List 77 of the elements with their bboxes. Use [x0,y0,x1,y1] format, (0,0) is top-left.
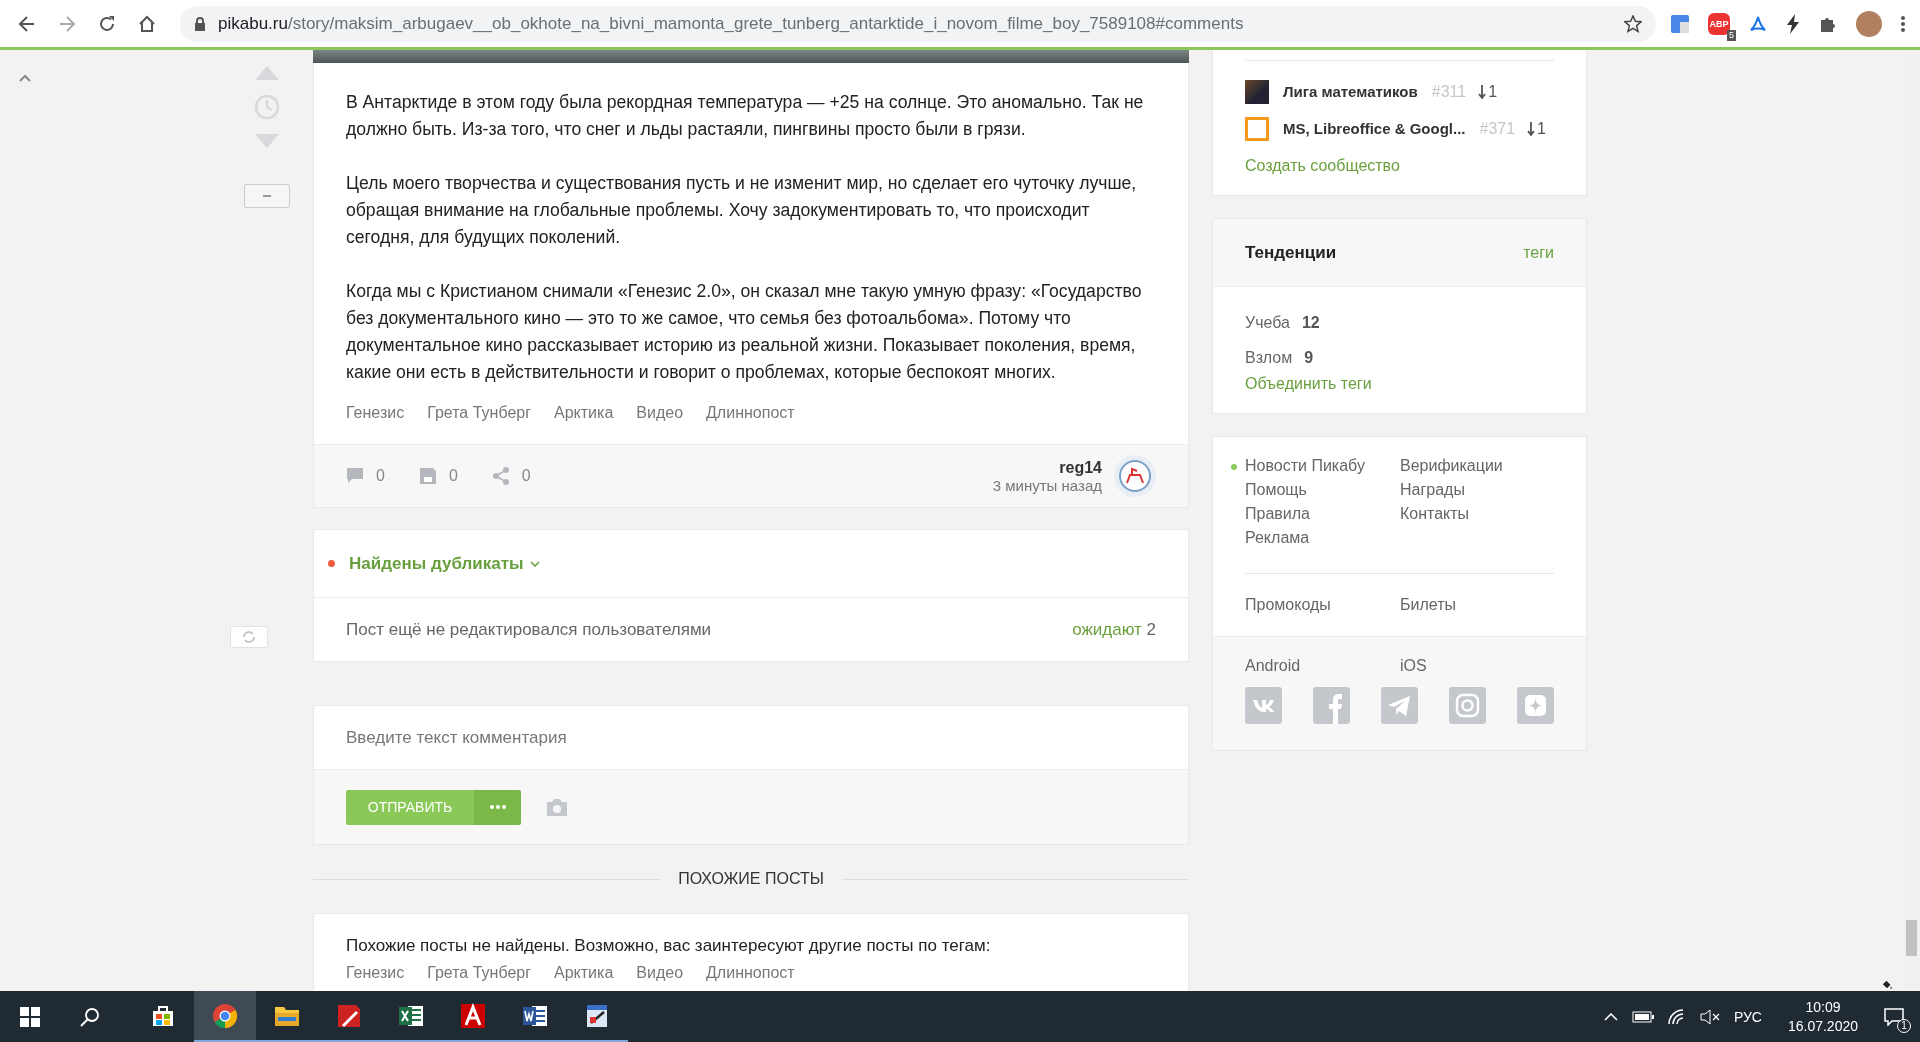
post-paragraph: В Антарктиде в этом году была рекордная температура — +25 на солнце. Это аномально. Так не должно быть. Из-за того, что снег и льды растаяли, пингвины просто были в грязи. [346,91,1145,141]
footer-link[interactable]: Награды [1400,481,1465,498]
speaker-muted-icon[interactable] [1699,1008,1720,1025]
footer-link[interactable]: Контакты [1400,505,1470,522]
post-time: 3 минуты назад [992,476,1102,494]
status-dot [328,560,335,567]
scroll-top-icon[interactable] [19,74,31,82]
tags-link[interactable]: теги [1523,243,1554,262]
tag-link[interactable]: Видео [636,404,684,422]
community-rank: #371 [1479,119,1516,138]
tag-link[interactable]: Арктика [554,404,614,422]
save-count: 0 [448,467,458,485]
lightning-icon[interactable] [1786,13,1800,34]
trends-title: Тенденции [1245,242,1337,263]
language-indicator[interactable]: РУС [1733,1008,1762,1025]
wifi-icon[interactable] [1667,1008,1686,1025]
footer-link[interactable]: Промокоды [1245,596,1400,614]
home-icon[interactable] [138,14,156,33]
footer-link[interactable]: Помощь [1245,481,1307,498]
menu-icon[interactable] [1900,14,1906,33]
subscriber-count: 1 [1478,82,1498,101]
section-heading: ПОХОЖИЕ ПОСТЫ [678,870,824,888]
create-community-link[interactable]: Создать сообщество [1245,157,1554,175]
lock-icon [194,16,206,31]
duplicates-toggle[interactable]: Найдены дубликаты [349,553,524,574]
trend-tag-link[interactable]: Взлом [1245,348,1293,367]
footer-link[interactable]: Билеты [1400,596,1555,614]
community-name[interactable]: Лига математиков [1283,83,1418,100]
community-name[interactable]: MS, Libreoffice & Googl... [1283,120,1466,137]
battery-icon[interactable] [1631,1010,1654,1023]
footer-link[interactable]: Верификации [1400,457,1503,474]
start-icon[interactable] [20,1006,40,1027]
tag-link[interactable]: Длиннопост [706,404,795,422]
post-paragraph: Цель моего творчества и существования пусть и не изменит мир, но сделает его чуточку лучше, обращая внимание на глобальные проблемы. Хочу задокументировать то, что происходит сегодня, для будущих поколений. [346,172,1138,249]
tag-link[interactable]: Длиннопост [706,964,795,982]
reload-icon[interactable] [98,14,116,33]
pending-edits-link[interactable]: ожидают 2 [1072,619,1156,640]
footer-link[interactable]: Правила [1245,505,1310,522]
tag-link[interactable]: Генезис [346,404,405,422]
trend-count: 9 [1304,348,1314,367]
community-avatar[interactable] [1245,79,1269,104]
tag-link[interactable]: Видео [636,964,684,982]
trend-count: 12 [1301,313,1320,332]
badge: 5 [1727,29,1736,41]
search-icon[interactable] [80,1006,100,1027]
url-text: pikabu.ru/story/maksim_arbugaev__ob_okhote_na_bivni_mamonta_grete_tunberg_antarktide_i_novom_filme_boy_7589108#comments [218,13,1245,34]
similar-posts-message: Похожие посты не найдены. Возможно, вас заинтересуют другие посты по тегам: [345,936,992,957]
chevron-down-icon[interactable] [529,560,540,567]
subscriber-count: 1 [1527,119,1546,138]
clock[interactable]: 10:09 16.07.2020 [1787,997,1858,1036]
chevron-up-icon[interactable] [1603,1012,1618,1021]
more-dots-icon[interactable] [489,805,506,809]
author-name[interactable]: reg14 [1059,458,1102,477]
author-avatar[interactable] [1114,455,1156,497]
notification-count-badge: 1 [1897,1018,1911,1033]
merge-tags-link[interactable]: Объединить теги [1245,375,1372,392]
back-icon[interactable] [18,14,36,33]
trend-tag-link[interactable]: Учеба [1245,313,1290,332]
post-paragraph: Когда мы с Кристианом снимали «Генезис 2.0», он сказал мне такую умную фразу: «Государство без документального кино — это то же самое, что семья без фотоальбома». Потому что документальное кино рассказывает историю из реальной жизни. Показывает поколения, время, какие они есть в действительности и говорит о проблемах, которые беспокоят многих. [346,280,1143,384]
profile-avatar[interactable] [1856,10,1882,37]
tag-link[interactable]: Арктика [554,964,614,982]
tag-link[interactable]: Грета Тунберг [427,404,531,422]
chrome-icon[interactable] [194,991,256,1042]
tag-link[interactable]: Генезис [346,964,405,982]
app-link[interactable]: Android [1245,657,1400,675]
edit-note: Пост ещё не редактировался пользователями [346,619,712,640]
footer-link[interactable]: Новости Пикабу [1245,457,1365,474]
bookmark-star-icon[interactable] [1624,14,1642,33]
app-link[interactable]: iOS [1400,657,1555,675]
community-rank: #311 [1431,82,1467,101]
comment-count: 0 [376,467,385,485]
share-count: 0 [521,467,531,485]
notifications-icon[interactable] [1884,1007,1904,1026]
adblock-button[interactable]: ABP [1708,12,1730,35]
tag-link[interactable]: Грета Тунберг [427,964,531,982]
footer-link[interactable]: Реклама [1245,529,1310,546]
address-bar[interactable]: pikabu.ru/story/maksim_arbugaev__ob_okhote_na_bivni_mamonta_grete_tunberg_antarktide_i_novom_filme_boy_7589108#comments [180,5,1656,42]
